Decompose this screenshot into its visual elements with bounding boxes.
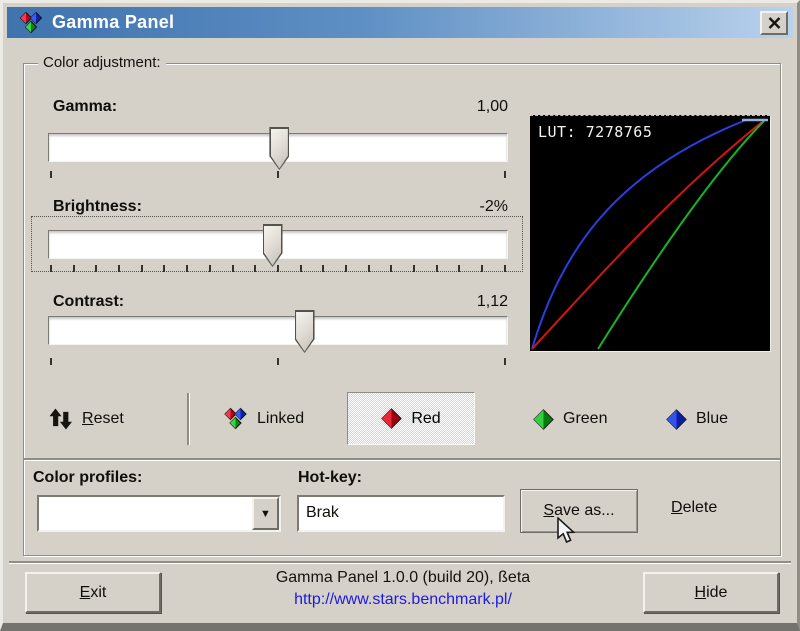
color-profiles-dropdown[interactable]: ▼	[37, 495, 281, 532]
title-bar[interactable]: Gamma Panel	[7, 7, 793, 38]
gamma-slider: Gamma: 1,00	[48, 98, 508, 188]
gamma-value: 1,00	[477, 98, 508, 116]
red-diamond-icon	[381, 408, 402, 429]
about-text: Gamma Panel 1.0.0 (build 20), ßeta	[163, 569, 643, 587]
gamma-panel-window: Gamma Panel Color adjustment: Gamma: 1,0…	[0, 0, 800, 631]
save-as-button[interactable]: Save as...	[520, 489, 638, 533]
contrast-value: 1,12	[477, 293, 508, 311]
hide-label: Hide	[695, 584, 728, 602]
group-caption: Color adjustment:	[38, 54, 166, 71]
hotkey-label: Hot-key:	[298, 469, 362, 487]
window-title: Gamma Panel	[52, 12, 174, 33]
red-label: Red	[411, 410, 440, 428]
gamma-label: Gamma:	[53, 98, 117, 116]
brightness-slider: Brightness: -2%	[48, 198, 508, 288]
reset-button[interactable]: Reset	[49, 399, 124, 439]
brightness-label: Brightness:	[53, 198, 142, 216]
contrast-slider-thumb[interactable]	[295, 310, 315, 353]
gamma-slider-thumb[interactable]	[269, 127, 289, 170]
mouse-cursor-icon	[555, 517, 579, 545]
green-channel-button[interactable]: Green	[533, 399, 607, 439]
website-link[interactable]: http://www.stars.benchmark.pl/	[163, 591, 643, 609]
brightness-slider-track[interactable]	[48, 230, 508, 259]
hide-button[interactable]: Hide	[643, 572, 779, 613]
linked-label: Linked	[257, 410, 304, 428]
contrast-slider-ticks	[50, 358, 506, 366]
lut-value-label: LUT: 7278765	[538, 123, 652, 141]
brightness-slider-ticks	[50, 265, 506, 273]
app-icon	[19, 11, 43, 35]
lut-curve-red	[532, 122, 762, 349]
lut-curves	[530, 116, 770, 352]
brightness-value: -2%	[480, 198, 508, 216]
contrast-slider: Contrast: 1,12	[48, 293, 508, 383]
exit-label: Exit	[80, 584, 107, 602]
color-profiles-value	[39, 497, 252, 530]
reset-icon	[49, 408, 73, 430]
green-label: Green	[563, 410, 607, 428]
lut-curve-green	[598, 121, 764, 349]
lut-graph: LUT: 7278765	[530, 115, 770, 351]
delete-label: Delete	[671, 499, 717, 516]
blue-channel-button[interactable]: Blue	[666, 399, 728, 439]
toolbar-divider	[187, 393, 189, 445]
contrast-label: Contrast:	[53, 293, 124, 311]
reset-label: Reset	[82, 410, 124, 428]
blue-diamond-icon	[666, 409, 687, 430]
close-button[interactable]	[760, 11, 788, 35]
hotkey-field[interactable]: Brak	[297, 495, 505, 532]
gamma-slider-ticks	[50, 171, 506, 179]
dropdown-arrow-button[interactable]: ▼	[252, 497, 279, 530]
linked-icon	[223, 407, 248, 431]
color-profiles-label: Color profiles:	[33, 469, 142, 487]
red-channel-button[interactable]: Red	[347, 392, 475, 445]
close-icon	[768, 17, 781, 29]
green-diamond-icon	[533, 409, 554, 430]
delete-button[interactable]: Delete	[671, 499, 717, 517]
linked-button[interactable]: Linked	[223, 399, 304, 439]
exit-button[interactable]: Exit	[25, 572, 161, 613]
chevron-down-icon: ▼	[260, 508, 271, 520]
footer-separator	[9, 561, 791, 563]
contrast-slider-track[interactable]	[48, 316, 508, 345]
gamma-slider-track[interactable]	[48, 133, 508, 162]
blue-label: Blue	[696, 410, 728, 428]
